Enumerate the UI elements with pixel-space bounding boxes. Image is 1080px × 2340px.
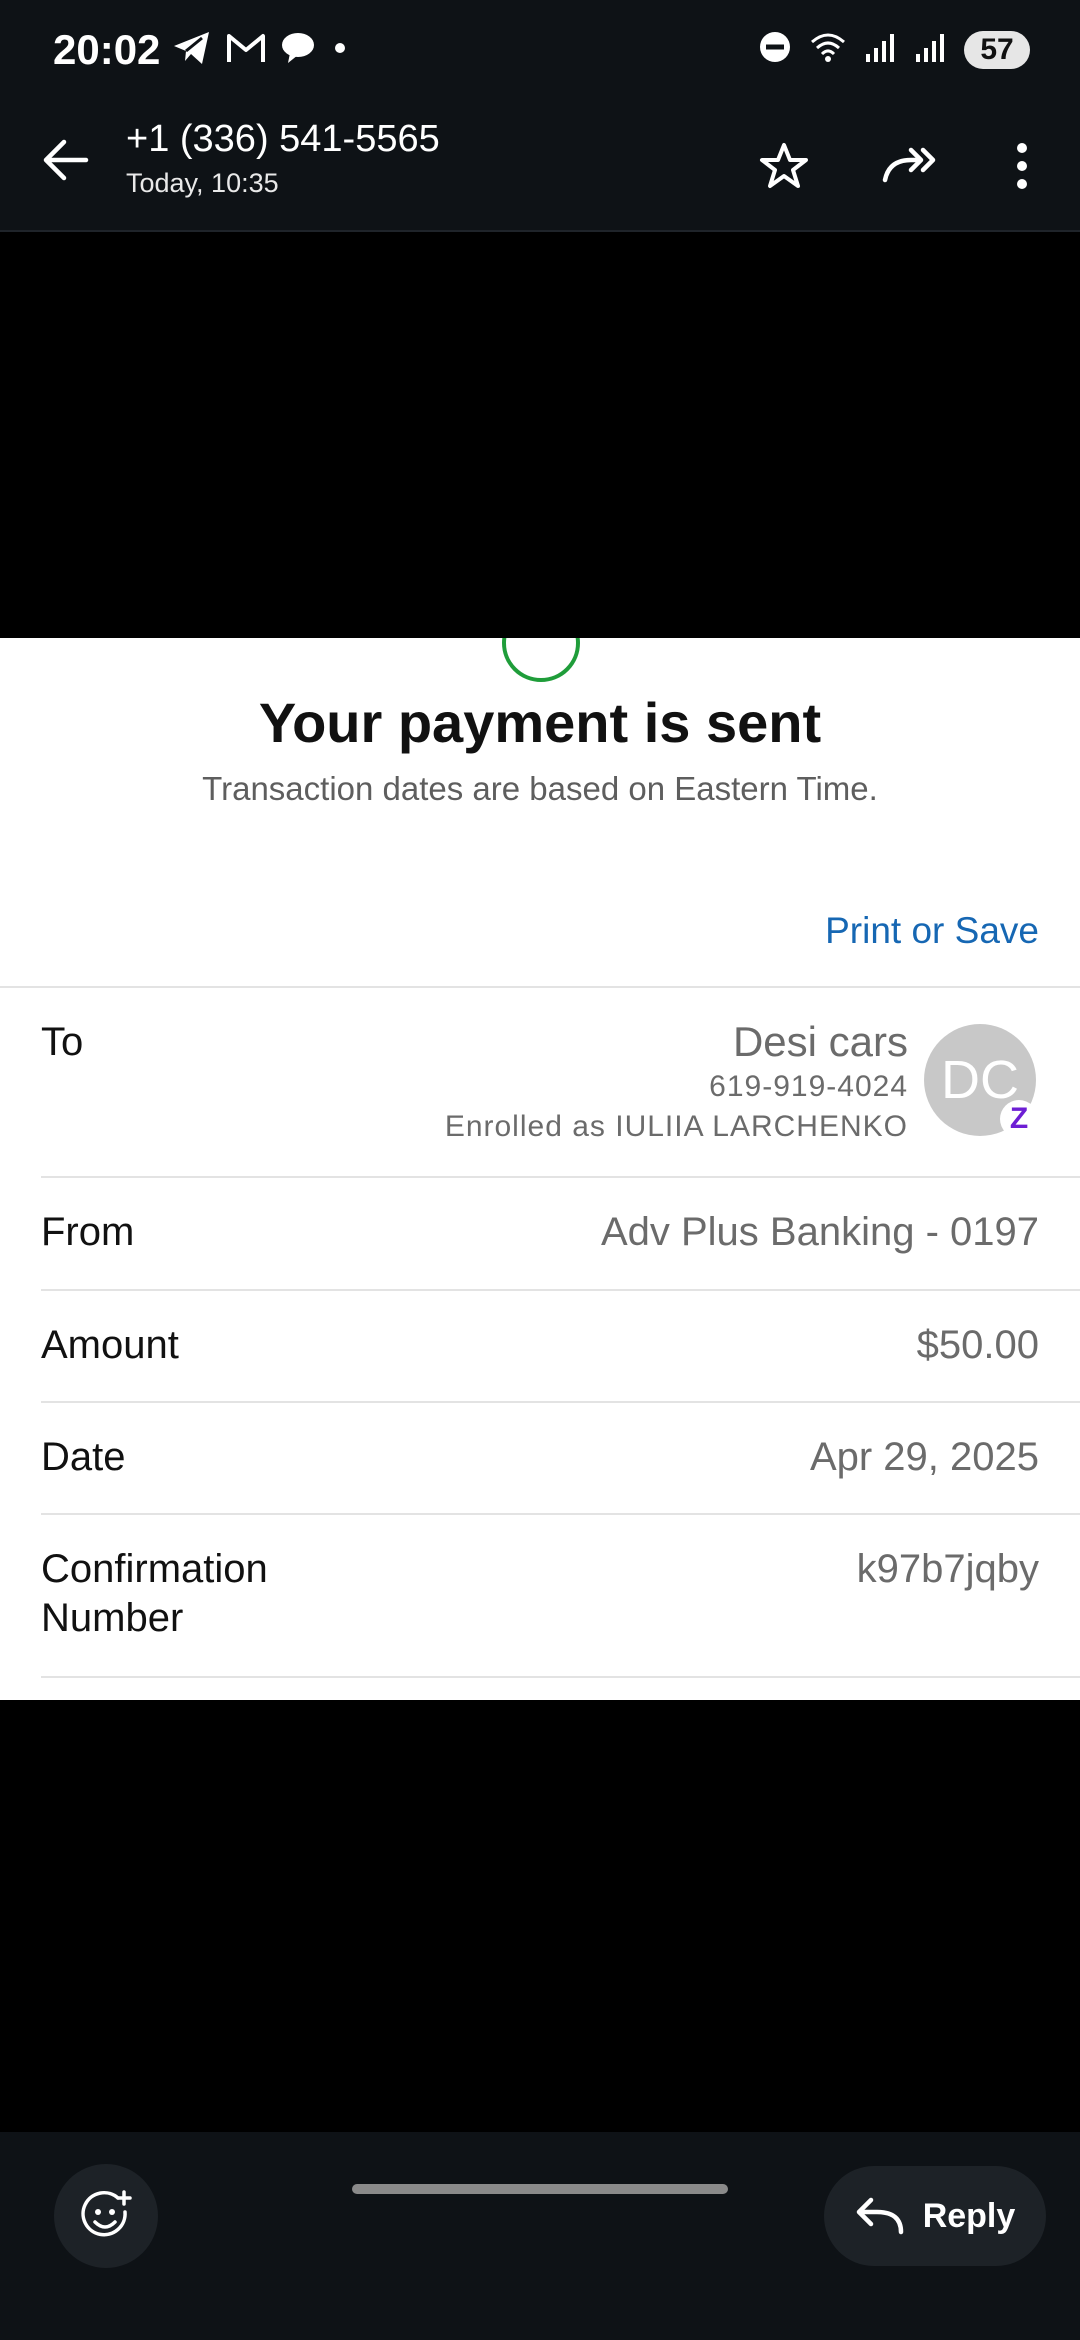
signal-icon [914,30,948,69]
more-options-button[interactable] [990,134,1054,198]
zelle-icon: Z [1000,1100,1038,1138]
status-bar: 20:02 57 [0,0,1080,100]
system-icons: 57 [758,30,1030,69]
add-reaction-icon [81,2190,132,2237]
recipient-enrolled-name: Enrolled as IULIIA LARCHENKO [444,1110,908,1143]
battery-indicator: 57 [964,30,1030,69]
top-app-bar: 20:02 57 +1 (336) 541-5565 Today, 10:35 [0,0,1080,232]
star-button[interactable] [752,134,816,198]
forward-all-icon [882,147,936,183]
notification-icons [172,30,350,71]
do-not-disturb-icon [758,30,792,69]
divider [41,1676,1080,1678]
divider [41,1513,1080,1515]
success-check-icon [502,638,580,682]
dot-icon [330,38,350,63]
star-icon [760,143,808,188]
amount-value: $50.00 [916,1323,1039,1367]
print-or-save-link[interactable]: Print or Save [825,910,1039,952]
confirmation-label-line2: Number [41,1596,184,1640]
date-label: Date [41,1435,126,1479]
reply-icon [856,2197,903,2235]
signal-icon [864,30,898,69]
message-timestamp: Today, 10:35 [126,168,279,198]
divider [41,1401,1080,1403]
reply-label: Reply [922,2196,1016,2235]
receipt-note: Transaction dates are based on Eastern T… [202,770,878,807]
back-button[interactable] [36,130,96,190]
confirmation-value: k97b7jqby [856,1547,1039,1591]
message-header: +1 (336) 541-5565 Today, 10:35 [0,100,1080,232]
status-time: 20:02 [53,26,161,73]
home-indicator[interactable] [352,2184,728,2194]
back-arrow-icon [43,139,89,181]
to-label: To [41,1020,84,1064]
forward-button[interactable] [878,134,942,198]
recipient-phone: 619-919-4024 [709,1070,908,1103]
from-label: From [41,1210,135,1254]
more-vertical-icon [1017,143,1027,189]
recipient-name: Desi cars [732,1018,908,1065]
sender-title: +1 (336) 541-5565 [126,118,440,160]
gmail-icon [226,32,266,69]
divider [0,986,1080,988]
confirmation-label-line1: Confirmation [41,1547,268,1591]
receipt-heading: Your payment is sent [258,691,822,754]
divider [41,1176,1080,1178]
amount-label: Amount [41,1323,179,1367]
telegram-icon [172,30,212,71]
divider [41,1289,1080,1291]
chat-icon [280,31,316,70]
header-divider [0,230,1080,232]
date-value: Apr 29, 2025 [809,1435,1039,1479]
reply-button[interactable]: Reply [824,2166,1046,2266]
from-value: Adv Plus Banking - 0197 [600,1210,1039,1254]
payment-receipt-image[interactable]: Your payment is sent Transaction dates a… [0,638,1080,1700]
confirmation-label: Confirmation Number [41,1545,268,1643]
emoji-reaction-button[interactable] [54,2164,158,2268]
wifi-icon [808,30,848,69]
bottom-action-bar: Reply [0,2132,1080,2340]
